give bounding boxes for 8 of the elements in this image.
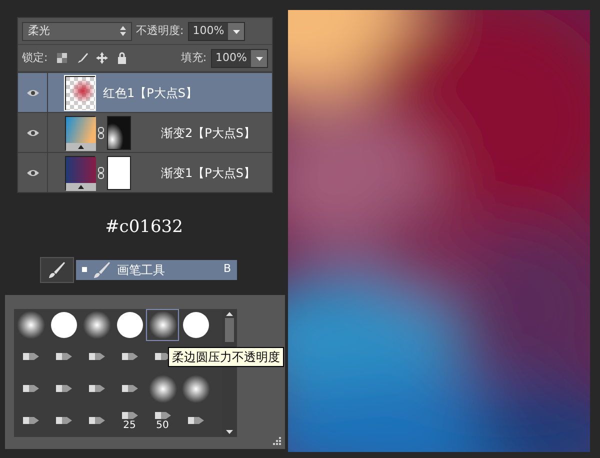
- layer-name: 渐变1【P大点S】: [161, 164, 256, 182]
- fill-label: 填充:: [180, 50, 207, 66]
- layer-name: 红色1【P大点S】: [103, 84, 198, 102]
- lock-label: 锁定:: [22, 50, 48, 66]
- color-code-caption: #c01632: [104, 216, 184, 239]
- opacity-label: 不透明度:: [136, 22, 184, 39]
- tooltip: 柔边圆压力不透明度: [168, 346, 284, 366]
- layer-name: 渐变2【P大点S】: [161, 124, 256, 142]
